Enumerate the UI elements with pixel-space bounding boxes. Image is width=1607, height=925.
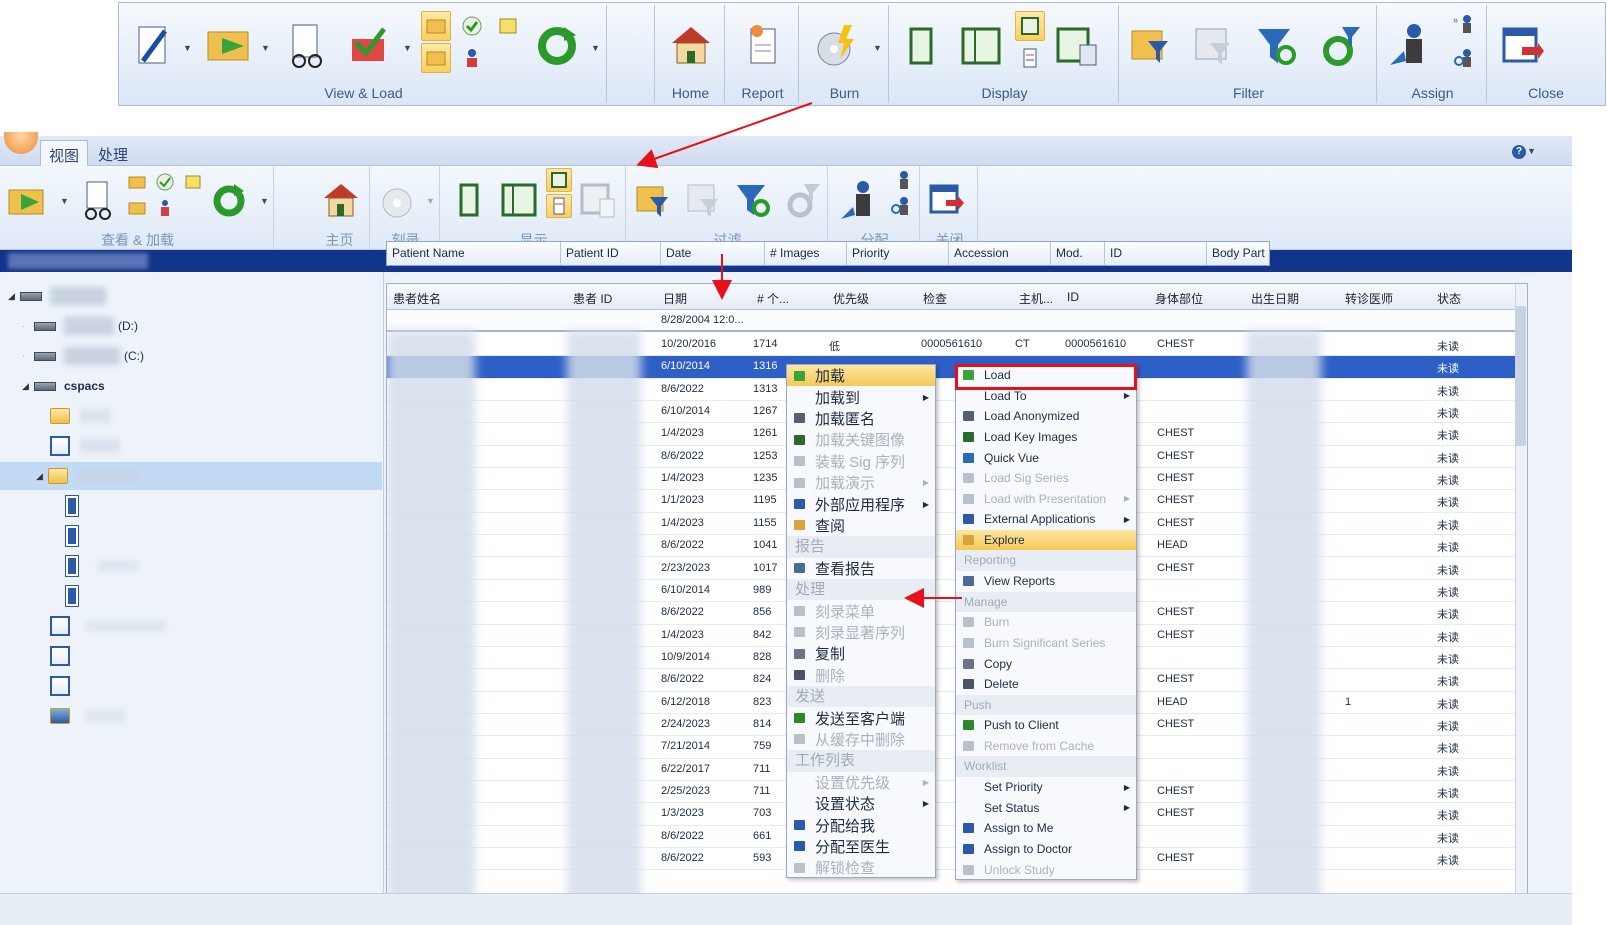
annotation-arrows: [636, 102, 962, 608]
arrow-ribbon-to-app: [636, 102, 813, 169]
